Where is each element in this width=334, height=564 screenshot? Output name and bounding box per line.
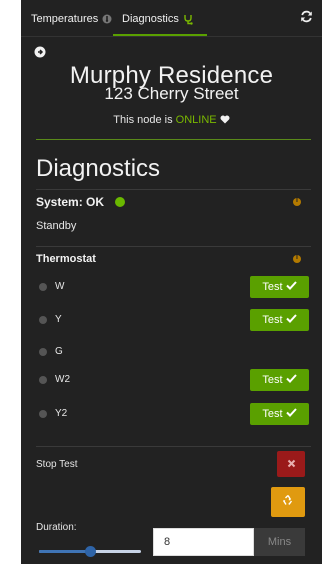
close-icon <box>287 455 296 473</box>
active-tab-indicator <box>113 34 207 36</box>
node-status-value: ONLINE <box>175 114 217 126</box>
wire-label: W2 <box>55 374 70 385</box>
checkmark-icon <box>285 281 297 293</box>
thermostat-label: Thermostat <box>36 253 96 265</box>
test-button-label: Test <box>262 374 283 386</box>
wire-indicator <box>39 283 47 291</box>
tab-temperatures-label: Temperatures <box>31 13 99 25</box>
node-status: This node is ONLINE <box>21 114 322 126</box>
test-y-button[interactable]: Test <box>250 309 309 331</box>
duration-field[interactable]: 8 <box>153 528 254 556</box>
checkmark-icon <box>285 314 297 326</box>
wire-indicator <box>39 348 47 356</box>
wire-indicator <box>39 316 47 324</box>
info-icon[interactable]: i <box>293 197 301 206</box>
app-panel: Temperatures Diagnostics Murphy Residenc… <box>21 0 322 564</box>
wire-indicator <box>39 410 47 418</box>
stop-test-label: Stop Test <box>36 459 78 470</box>
test-button-label: Test <box>262 408 283 420</box>
test-w2-button[interactable]: Test <box>250 369 309 391</box>
slider-handle[interactable] <box>84 546 96 557</box>
residence-address: 123 Cherry Street <box>104 84 239 103</box>
divider <box>36 139 311 140</box>
slider-fill <box>39 550 90 553</box>
test-button-label: Test <box>262 281 283 293</box>
wire-row-y2: Y2 Test <box>39 403 309 425</box>
refresh-button[interactable] <box>300 10 313 28</box>
checkmark-icon <box>285 408 297 420</box>
duration-label: Duration: <box>36 522 77 533</box>
wire-label: G <box>55 346 63 357</box>
divider <box>36 446 311 447</box>
stethoscope-icon <box>183 14 193 25</box>
wire-row-w: W Test <box>39 276 309 298</box>
wire-indicator <box>39 376 47 384</box>
tab-diagnostics-label: Diagnostics <box>122 13 179 25</box>
system-state: Standby <box>36 220 77 232</box>
recycle-button[interactable] <box>271 487 305 517</box>
navbar: Temperatures Diagnostics <box>21 0 322 37</box>
recycle-icon <box>282 493 294 511</box>
divider <box>36 246 311 247</box>
system-status: System: OK <box>36 195 126 209</box>
test-button-label: Test <box>262 314 283 326</box>
info-icon[interactable]: i <box>293 254 301 263</box>
wire-row-y: Y Test <box>39 309 309 331</box>
wire-label: W <box>55 281 65 292</box>
wire-label: Y2 <box>55 408 68 419</box>
divider <box>36 189 311 190</box>
checkmark-icon <box>285 374 297 386</box>
tab-diagnostics[interactable]: Diagnostics <box>122 13 193 25</box>
test-y2-button[interactable]: Test <box>250 403 309 425</box>
thermometer-icon <box>102 14 112 24</box>
stop-test-button[interactable] <box>277 451 305 477</box>
wire-label: Y <box>55 314 62 325</box>
wire-row-g: G <box>39 341 309 363</box>
duration-slider[interactable] <box>39 546 141 557</box>
arrow-right-circle-icon <box>34 45 46 62</box>
test-w-button[interactable]: Test <box>250 276 309 298</box>
tab-temperatures[interactable]: Temperatures <box>31 13 112 25</box>
page-title: Diagnostics <box>36 155 161 182</box>
wire-row-w2: W2 Test <box>39 369 309 391</box>
refresh-icon <box>300 10 313 27</box>
system-status-label: System: OK <box>36 195 105 209</box>
duration-unit: Mins <box>254 528 305 556</box>
back-button[interactable] <box>34 45 46 58</box>
node-status-prefix: This node is <box>113 114 173 126</box>
heart-icon <box>220 114 230 126</box>
status-ok-dot <box>115 197 126 207</box>
